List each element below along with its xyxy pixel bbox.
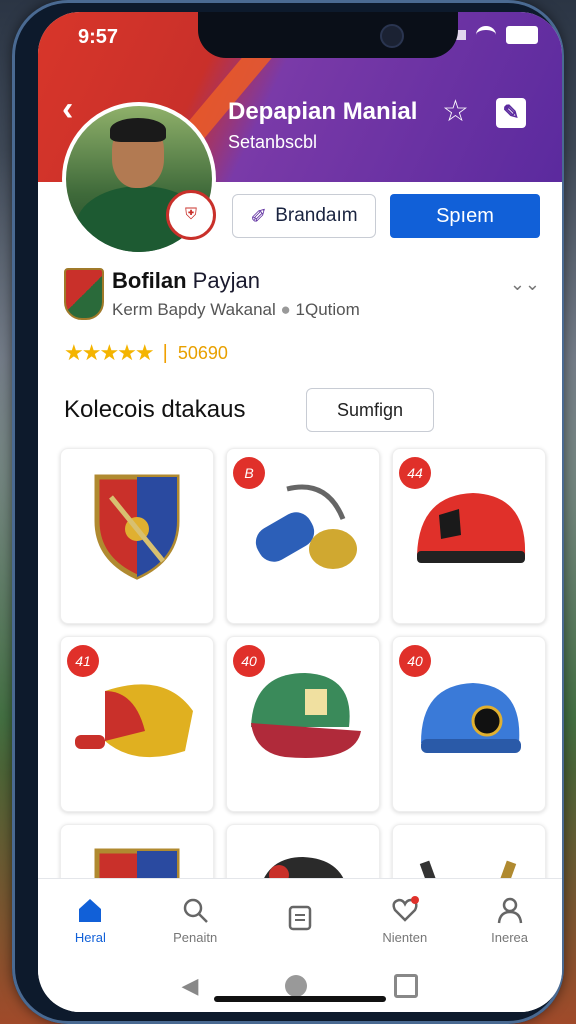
nav-search-label: Penaitn <box>173 929 218 945</box>
collection-card[interactable]: B <box>226 448 380 624</box>
avatar-hair <box>110 118 166 142</box>
follow-button-label: Brandaım <box>275 205 358 226</box>
system-home-icon[interactable] <box>285 975 308 997</box>
collection-card[interactable]: 40 <box>226 636 380 812</box>
player-name: Bofilan Payjan <box>112 268 260 294</box>
status-icons <box>456 26 538 44</box>
wifi-icon <box>476 26 496 44</box>
nav-clipboard[interactable] <box>248 879 353 961</box>
camera-icon <box>380 24 404 48</box>
star-outline-icon[interactable]: ☆ <box>442 94 469 129</box>
edit-icon[interactable]: ✎ <box>496 98 526 128</box>
rating-divider: | <box>162 341 168 364</box>
player-meta-text: Kerm Bapdy Wakanal <box>112 300 276 319</box>
person-icon <box>497 897 522 923</box>
pen-icon: ✐ <box>250 205 268 228</box>
gloves-icon <box>255 484 357 569</box>
home-indicator[interactable] <box>214 996 386 1002</box>
nav-messages[interactable]: Nienten <box>352 879 457 961</box>
rating-value: 50690 <box>177 342 228 363</box>
nav-home-label: Heral <box>74 929 106 945</box>
filter-button[interactable]: Sumfign <box>306 388 434 432</box>
player-meta: Kerm Bapdy Wakanal ● 1Qutiom <box>112 300 360 320</box>
player-name-first: Bofilan <box>112 268 187 293</box>
item-badge: 40 <box>399 645 431 677</box>
collection-card[interactable]: 44 <box>392 448 546 624</box>
team-badge-icon: ⛨ <box>166 190 216 240</box>
chevron-down-icon[interactable]: ⌄⌄ <box>510 274 540 295</box>
nav-profile-label: Inerea <box>491 929 529 945</box>
nav-messages-label: Nienten <box>382 929 428 945</box>
phone-frame: 9:57 ‹ Depapian Manial Setanbscbl ☆ ✎ ⛨ … <box>12 0 564 1024</box>
nav-search[interactable]: Penaitn <box>143 879 248 961</box>
primary-action-button[interactable]: Spıem <box>390 194 540 238</box>
shield-icon <box>94 474 180 580</box>
follow-button[interactable]: ✐ Brandaım <box>232 194 376 238</box>
collection-card[interactable]: 40 <box>392 636 546 812</box>
search-icon <box>183 898 209 923</box>
cap-icon <box>251 673 361 758</box>
clipboard-icon <box>288 905 312 931</box>
rating-stars-icon: ★★★★★ <box>64 340 155 365</box>
app-screen: 9:57 ‹ Depapian Manial Setanbscbl ☆ ✎ ⛨ … <box>38 12 562 1012</box>
system-back-icon[interactable]: ◀ <box>182 973 199 999</box>
collection-title: Kolecois dtakaus <box>64 396 246 423</box>
nav-home[interactable]: Heral <box>38 879 143 961</box>
hat-icon <box>75 684 193 758</box>
system-navigation: ◀ <box>38 960 562 1012</box>
system-recents-icon[interactable] <box>394 974 419 998</box>
collection-card[interactable]: 41 <box>60 636 214 812</box>
collection-card[interactable] <box>60 448 214 624</box>
page-title: Depapian Manial <box>228 98 418 125</box>
battery-icon <box>506 26 538 44</box>
bottom-navigation: Heral Penaitn Nienten Inerea <box>38 878 562 961</box>
player-name-last: Payjan <box>186 268 260 293</box>
dot-icon: ● <box>280 300 296 319</box>
chat-heart-icon <box>392 895 419 922</box>
nav-profile[interactable]: Inerea <box>457 879 562 961</box>
cap-icon <box>421 683 521 753</box>
home-icon <box>79 898 102 922</box>
club-crest-icon <box>64 268 104 320</box>
camera-notch <box>198 12 458 58</box>
player-meta-count: 1Qutiom <box>295 300 360 319</box>
cap-icon <box>417 493 526 563</box>
status-time: 9:57 <box>78 26 119 48</box>
back-chevron-icon[interactable]: ‹ <box>62 90 73 129</box>
rating-row: ★★★★★ | 50690 <box>64 340 228 366</box>
page-subtitle: Setanbscbl <box>228 132 318 152</box>
